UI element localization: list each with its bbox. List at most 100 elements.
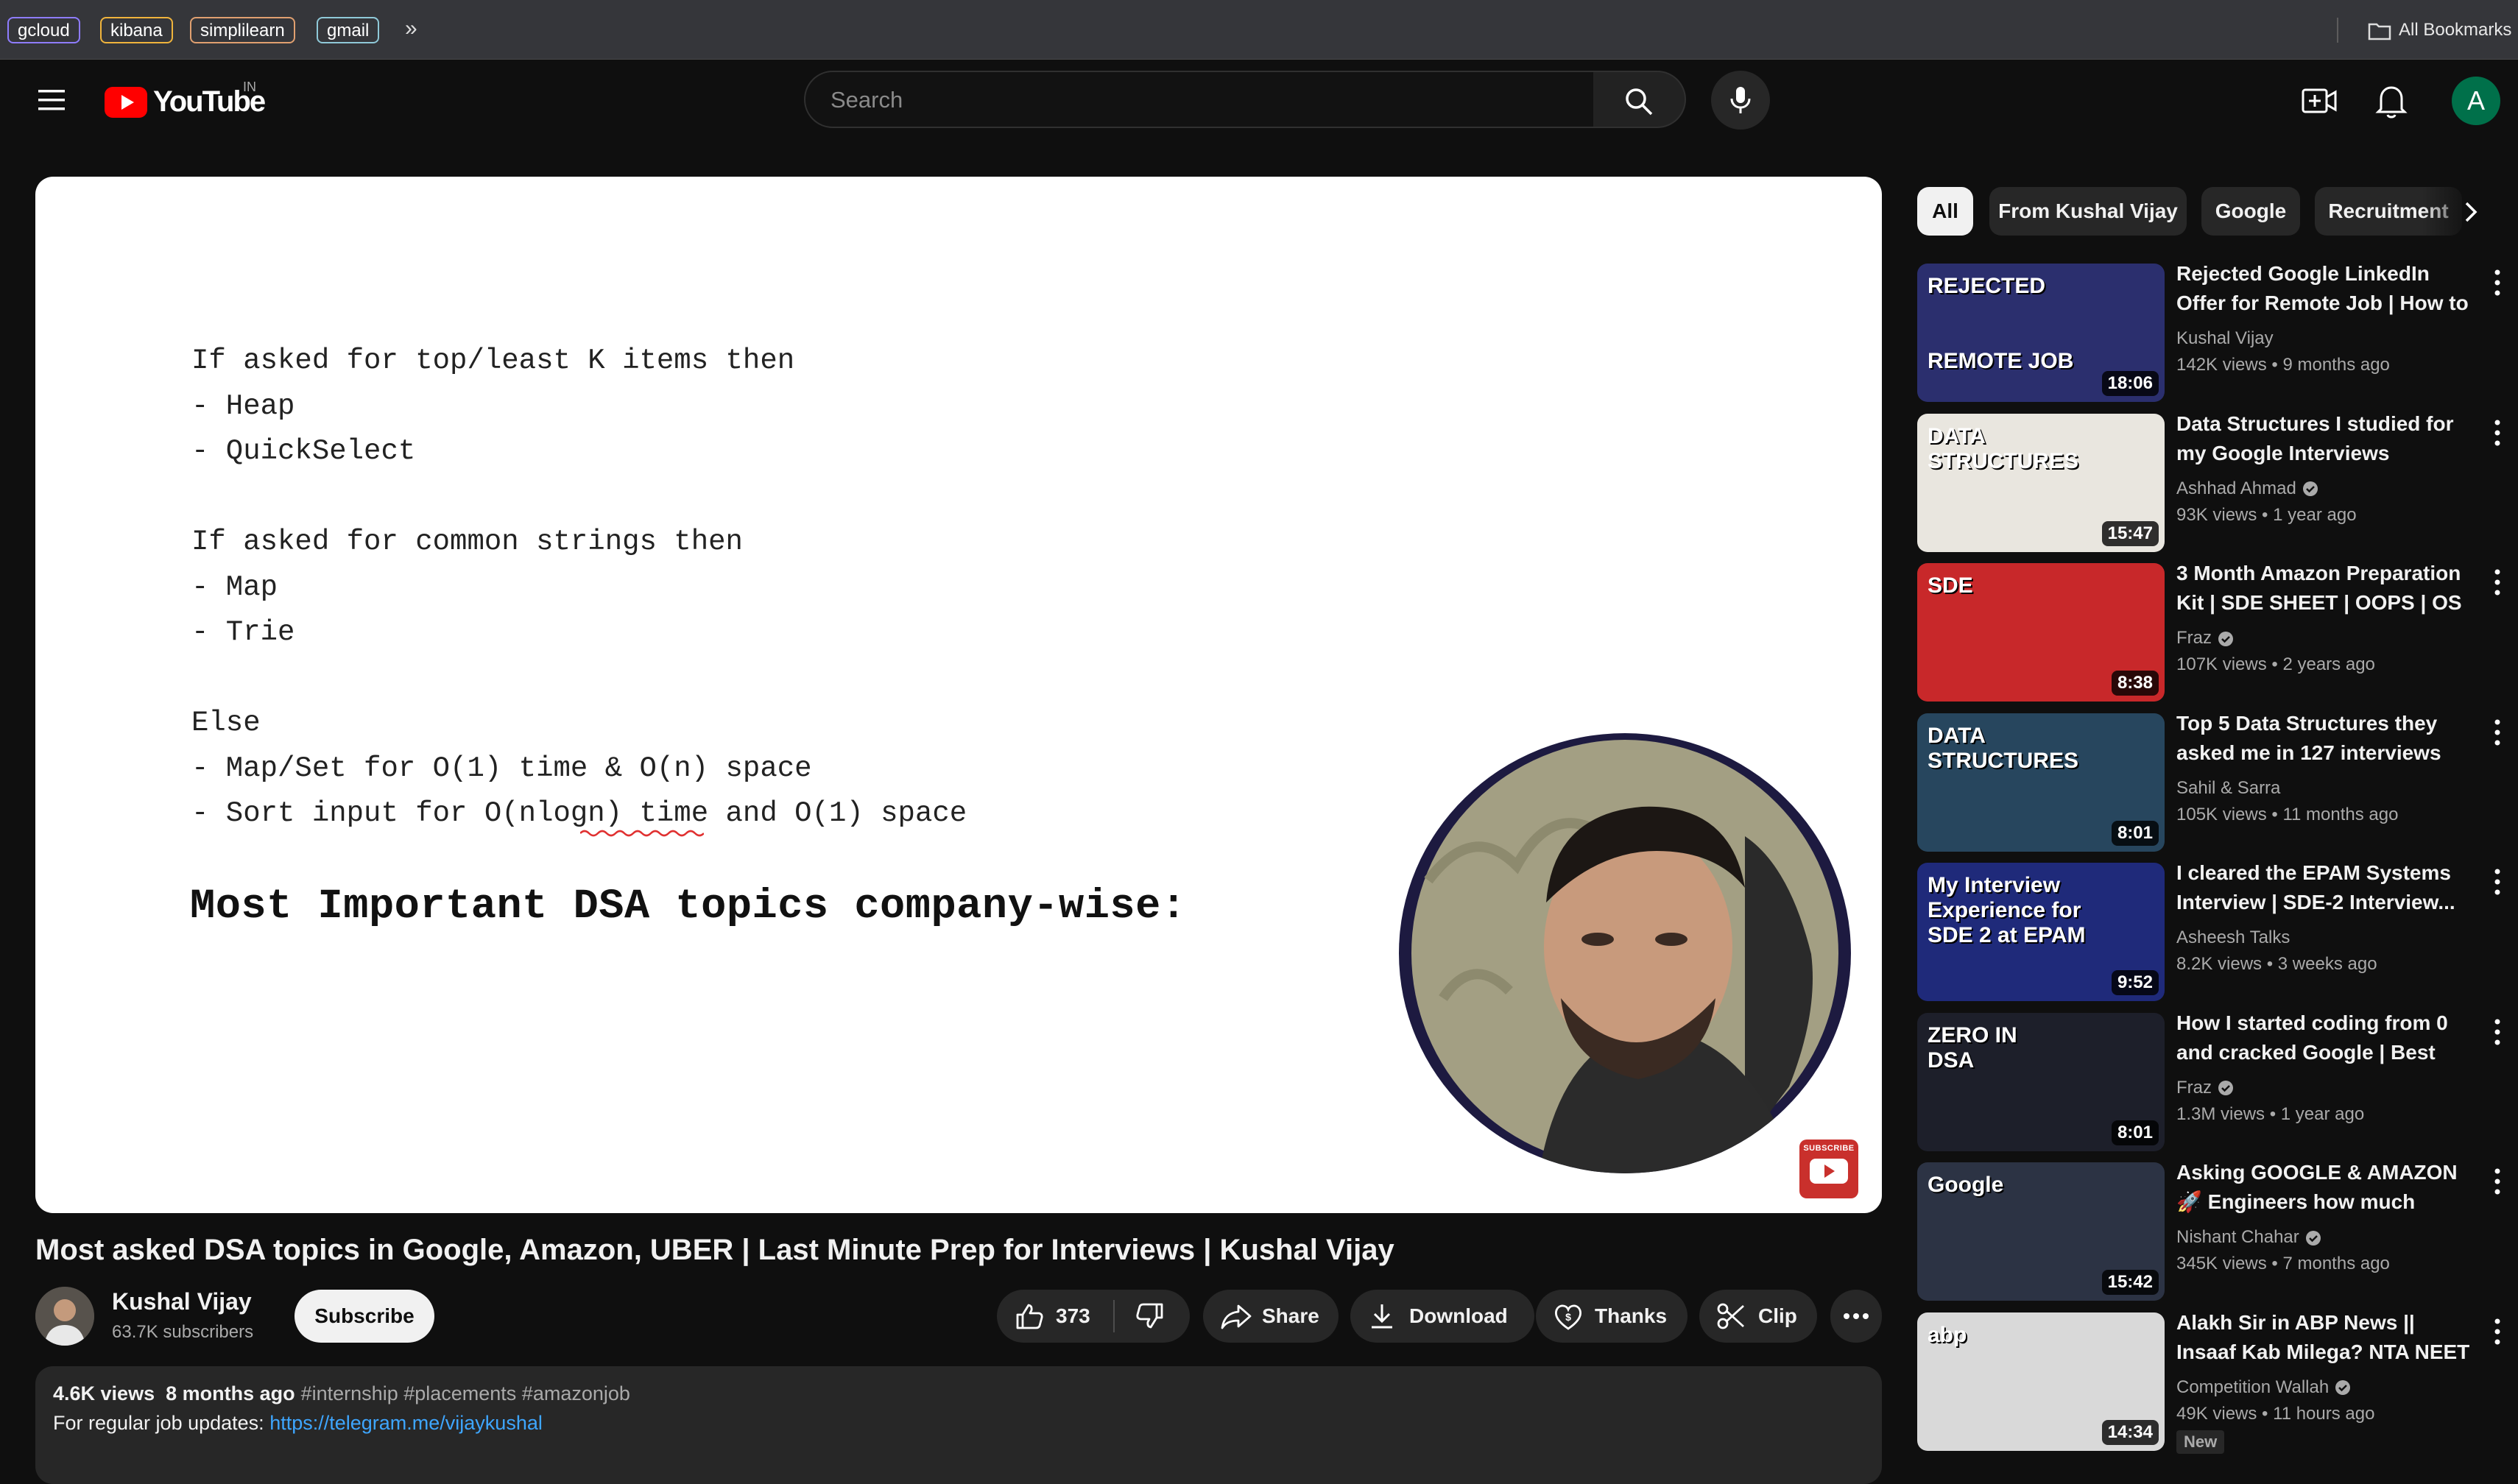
all-bookmarks-button[interactable]: All Bookmarks [2368, 18, 2511, 43]
thanks-button[interactable]: $ Thanks [1536, 1290, 1688, 1343]
more-vertical-icon[interactable] [2484, 866, 2511, 898]
bookmarks-overflow-chevron-icon[interactable]: » [405, 16, 417, 41]
channel-name: Asheesh Talks [2176, 928, 2290, 947]
recommendation-channel[interactable]: Fraz [2176, 628, 2234, 649]
recommendation-channel[interactable]: Ashhad Ahmad [2176, 478, 2318, 499]
recommendation-channel[interactable]: Kushal Vijay [2176, 328, 2274, 349]
hashtags[interactable]: #internship #placements #amazonjob [301, 1382, 630, 1404]
more-actions-button[interactable] [1830, 1290, 1882, 1343]
recommendation-item[interactable]: ZERO IN DSA 8:01 How I started coding from… [1917, 1011, 2518, 1151]
recommendation-item[interactable]: My Interview Experience for SDE 2 at EPA… [1917, 861, 2518, 1001]
recommendation-item[interactable]: Google 15:42 Asking GOOGLE & AMAZON 🚀 Engi… [1917, 1161, 2518, 1301]
recommendation-thumbnail[interactable]: DATA STRUCTURES 8:01 [1917, 713, 2165, 852]
channel-name: Fraz [2176, 1077, 2212, 1098]
channel-avatar[interactable] [35, 1287, 94, 1346]
recommendation-item[interactable]: abp 14:34 Alakh Sir in ABP News || Insaaf … [1917, 1311, 2518, 1454]
description-box[interactable]: 4.6K views 8 months ago #internship #plac… [35, 1366, 1882, 1484]
more-vertical-icon[interactable] [2484, 417, 2511, 449]
recommendation-title[interactable]: Top 5 Data Structures they asked me in 1… [2176, 709, 2478, 768]
dislike-button[interactable] [1115, 1290, 1190, 1343]
thumbnail-caption: ZERO IN DSA [1928, 1022, 2017, 1073]
recommendation-title[interactable]: Asking GOOGLE & AMAZON 🚀 Engineers how m… [2176, 1158, 2478, 1220]
recommendation-item[interactable]: REJECTED REMOTE JOB 18:06 Rejected Google … [1917, 262, 2518, 402]
recommendation-thumbnail[interactable]: REJECTED REMOTE JOB 18:06 [1917, 264, 2165, 402]
recommendation-item[interactable]: DATA STRUCTURES 8:01 Top 5 Data Structures… [1917, 712, 2518, 852]
recommendation-title[interactable]: Alakh Sir in ABP News || Insaaf Kab Mile… [2176, 1308, 2478, 1370]
like-dislike-group: 373 [997, 1290, 1190, 1343]
download-button[interactable]: Download [1350, 1290, 1534, 1343]
verified-check-icon [2335, 1380, 2351, 1396]
recommendation-channel[interactable]: Nishant Chahar [2176, 1227, 2321, 1248]
share-button[interactable]: Share [1203, 1290, 1339, 1343]
more-vertical-icon[interactable] [2484, 1315, 2511, 1348]
recommendation-item[interactable]: DATA STRUCTURES 15:47 Data Structures I st… [1917, 412, 2518, 552]
more-vertical-icon[interactable] [2484, 1165, 2511, 1198]
subscribe-watermark[interactable]: SUBSCRIBE [1799, 1140, 1858, 1198]
recommendation-thumbnail[interactable]: Google 15:42 [1917, 1162, 2165, 1301]
telegram-link[interactable]: https://telegram.me/vijaykushal [269, 1412, 543, 1434]
verified-check-icon [2218, 631, 2233, 646]
recommendation-thumbnail[interactable]: abp 14:34 [1917, 1312, 2165, 1451]
recommendation-item[interactable]: SDE 8:38 3 Month Amazon Preparation Kit | … [1917, 562, 2518, 702]
recommendation-title[interactable]: Rejected Google LinkedIn Offer for Remot… [2176, 259, 2478, 321]
chips-next-chevron-icon[interactable] [2453, 194, 2489, 230]
thumbs-down-icon [1136, 1303, 1163, 1329]
more-vertical-icon[interactable] [2484, 1016, 2511, 1048]
like-button[interactable]: 373 [997, 1290, 1113, 1343]
recommendation-channel[interactable]: Competition Wallah [2176, 1377, 2351, 1398]
create-video-icon[interactable] [2300, 82, 2338, 119]
chip-google[interactable]: Google [2201, 187, 2300, 236]
recommendation-channel[interactable]: Asheesh Talks [2176, 928, 2290, 948]
voice-search-button[interactable] [1711, 71, 1770, 130]
subscribe-button[interactable]: Subscribe [295, 1290, 434, 1343]
subscribe-watermark-label: SUBSCRIBE [1803, 1144, 1855, 1153]
notifications-bell-icon[interactable] [2372, 81, 2411, 121]
recommendation-title[interactable]: Data Structures I studied for my Google … [2176, 409, 2478, 468]
recommendation-title[interactable]: I cleared the EPAM Systems Interview | S… [2176, 858, 2478, 917]
search-box [804, 71, 1595, 128]
presenter-webcam-circle [1399, 733, 1851, 1173]
more-vertical-icon[interactable] [2484, 566, 2511, 598]
recommendation-channel[interactable]: Sahil & Sarra [2176, 778, 2280, 799]
video-player[interactable]: If asked for top/least K items then - He… [35, 177, 1882, 1213]
chip-all[interactable]: All [1917, 187, 1973, 236]
download-icon [1372, 1304, 1392, 1329]
recommendation-meta: 345K views • 7 months ago [2176, 1254, 2390, 1273]
chip-from-kushal-vijay[interactable]: From Kushal Vijay [1989, 187, 2187, 236]
recommendation-thumbnail[interactable]: ZERO IN DSA 8:01 [1917, 1012, 2165, 1151]
video-duration: 9:52 [2111, 970, 2159, 995]
bookmark-kibana[interactable]: kibana [100, 17, 173, 43]
recommendation-title[interactable]: 3 Month Amazon Preparation Kit | SDE SHE… [2176, 559, 2478, 621]
recommendation-thumbnail[interactable]: DATA STRUCTURES 15:47 [1917, 413, 2165, 552]
bookmark-gcloud[interactable]: gcloud [7, 17, 80, 43]
thumbs-up-icon [1016, 1304, 1043, 1329]
channel-name: Ashhad Ahmad [2176, 478, 2296, 498]
thumbnail-caption: DATA STRUCTURES [1928, 723, 2079, 773]
recommendation-channel[interactable]: Fraz [2176, 1078, 2234, 1098]
account-avatar[interactable]: A [2452, 77, 2500, 125]
channel-name: Fraz [2176, 628, 2212, 648]
upload-date: 8 months ago [166, 1382, 295, 1404]
share-icon [1221, 1304, 1252, 1329]
more-vertical-icon[interactable] [2484, 716, 2511, 749]
hamburger-menu-icon[interactable] [34, 84, 71, 116]
channel-name: Nishant Chahar [2176, 1227, 2299, 1247]
recommendation-thumbnail[interactable]: SDE 8:38 [1917, 563, 2165, 702]
search-button[interactable] [1593, 71, 1686, 128]
description-stats: 4.6K views 8 months ago #internship #plac… [53, 1382, 630, 1405]
channel-name[interactable]: Kushal Vijay [112, 1288, 252, 1315]
bookmark-simplilearn[interactable]: simplilearn [190, 17, 295, 43]
video-duration: 15:42 [2101, 1270, 2159, 1295]
recommendation-title[interactable]: How I started coding from 0 and cracked … [2176, 1008, 2478, 1070]
channel-name: Competition Wallah [2176, 1377, 2330, 1397]
more-vertical-icon[interactable] [2484, 266, 2511, 299]
clip-button[interactable]: Clip [1699, 1290, 1817, 1343]
download-label: Download [1409, 1304, 1508, 1327]
slide-heading: Most Important DSA topics company-wise: [190, 883, 1187, 930]
recommendation-thumbnail[interactable]: My Interview Experience for SDE 2 at EPA… [1917, 863, 2165, 1001]
bookmark-gmail[interactable]: gmail [317, 17, 380, 43]
video-duration: 8:01 [2111, 820, 2159, 846]
youtube-logo[interactable]: YouTube IN [105, 80, 267, 119]
search-input[interactable] [829, 81, 1554, 119]
svg-text:$: $ [1565, 1311, 1571, 1323]
